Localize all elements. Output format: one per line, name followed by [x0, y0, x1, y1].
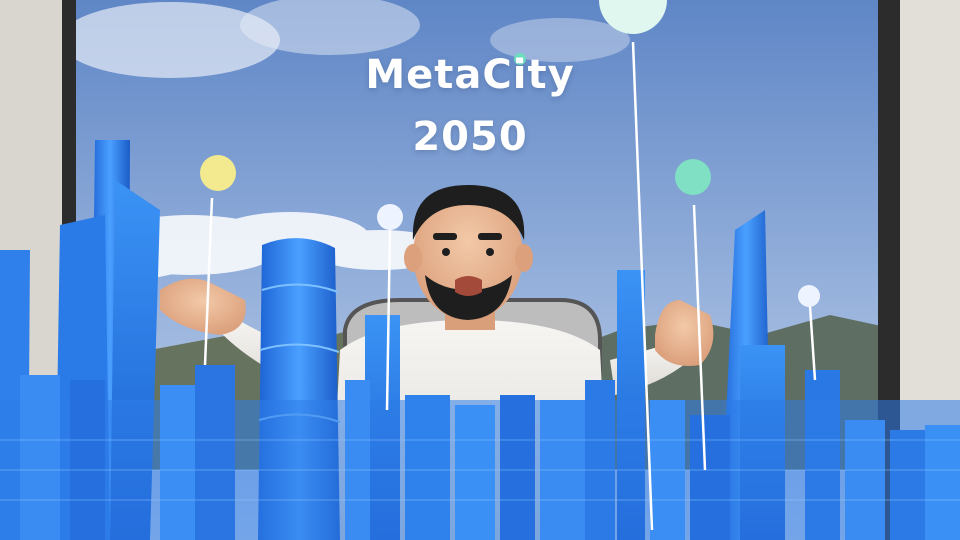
pin-white-icon: [377, 204, 403, 230]
title-line-1: MetaCity: [365, 52, 575, 98]
metacity-scene: MetaCity 2050: [0, 0, 960, 540]
pin-small-white-icon: [798, 285, 820, 307]
pin-mint-icon: [675, 159, 711, 195]
title-line-2: 2050: [412, 114, 528, 160]
pin-yellow-icon: [200, 155, 236, 191]
